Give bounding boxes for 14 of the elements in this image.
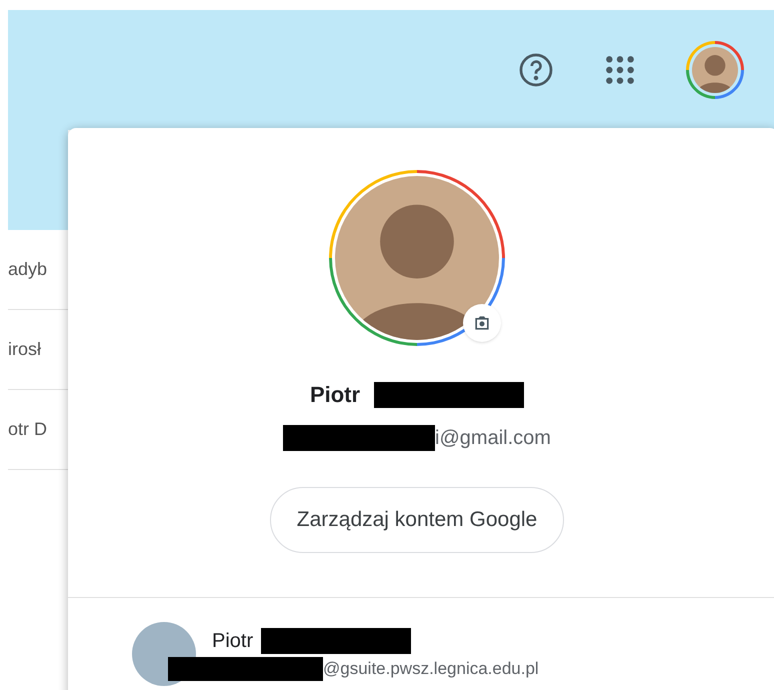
camera-button[interactable] [463,304,501,342]
help-icon[interactable] [518,52,554,88]
account-name: Piotr [310,381,360,409]
list-row-text: adyb [8,258,48,281]
profile-photo[interactable] [329,170,505,346]
manage-account-button[interactable]: Zarządzaj kontem Google [270,487,564,553]
list-row-text: irosł [8,338,42,361]
apps-grid-icon[interactable] [604,54,636,86]
account-email: i@gmail.com [435,426,551,451]
list-row-text: otr D [8,418,48,441]
avatar-button[interactable] [686,41,744,99]
account-name: Piotr [212,629,254,654]
account-item[interactable]: Piotr @gsuite.pwsz.legnica.edu.pl [68,598,774,686]
account-email: @gsuite.pwsz.legnica.edu.pl [323,658,539,680]
